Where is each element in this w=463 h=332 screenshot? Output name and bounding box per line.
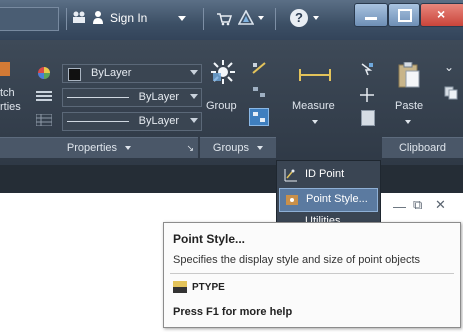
command-tooltip: Point Style... Specifies the display sty…: [163, 222, 461, 328]
people-icon: [72, 10, 86, 27]
paste-label: Paste: [395, 100, 424, 112]
copy-icon[interactable]: [444, 86, 458, 100]
clipboard-icon: [398, 61, 420, 91]
application-title-bar: Sign In ? ×: [0, 0, 463, 40]
minimize-button[interactable]: [354, 3, 388, 27]
titlebar-divider: [66, 8, 67, 30]
menu-item-label: Point Style...: [306, 193, 368, 205]
chevron-down-icon: [257, 146, 264, 151]
color-swatch: [68, 68, 81, 81]
color-wheel-icon: [37, 66, 51, 83]
chevron-down-icon[interactable]: ⌄: [444, 60, 454, 74]
lineweight-sample: [67, 121, 129, 122]
clipboard-panel-label: Clipboard: [398, 142, 447, 154]
close-icon[interactable]: ✕: [435, 197, 446, 213]
group-label: Group: [206, 100, 237, 112]
autodesk-icon[interactable]: [237, 9, 255, 29]
titlebar-divider: [203, 8, 204, 30]
crosshair-icon[interactable]: [360, 88, 374, 102]
calculator-icon[interactable]: [361, 110, 375, 126]
tooltip-divider: [170, 273, 454, 274]
ungroup-icon[interactable]: [252, 62, 266, 74]
point-style-icon: [285, 193, 299, 207]
chevron-down-icon: [190, 70, 198, 75]
close-button[interactable]: ×: [420, 3, 463, 27]
brush-icon: [0, 62, 10, 76]
groups-panel-label: Groups: [212, 142, 249, 154]
help-icon[interactable]: ?: [290, 9, 308, 27]
match-properties-button[interactable]: tch rties: [0, 62, 26, 122]
measure-button[interactable]: Measure: [286, 58, 346, 130]
tooltip-help-text: Press F1 for more help: [173, 306, 293, 318]
file-tabs-bar: [0, 165, 463, 193]
tooltip-title: Point Style...: [173, 232, 246, 246]
color-value: ByLayer: [91, 67, 132, 79]
clipboard-panel-title[interactable]: Clipboard: [382, 137, 463, 158]
quick-select-icon[interactable]: [360, 62, 374, 76]
titlebar-divider: [275, 8, 276, 30]
drawing-window-controls: — ⧉ ✕: [393, 197, 453, 217]
tooltip-command-name: PTYPE: [192, 282, 225, 293]
menu-item-point-style[interactable]: Point Style...: [279, 188, 378, 212]
menu-item-label: ID Point: [305, 168, 345, 180]
chevron-down-icon: [190, 118, 198, 123]
chevron-down-icon: [178, 16, 186, 21]
minimize-icon[interactable]: —: [393, 199, 406, 214]
list-icon: [35, 113, 53, 129]
chevron-down-icon: [190, 94, 198, 99]
maximize-button[interactable]: [388, 3, 420, 27]
linetype-icon: [36, 90, 52, 105]
chevron-down-icon: [125, 146, 132, 151]
group-selection-icon[interactable]: [249, 108, 269, 126]
tooltip-description: Specifies the display style and size of …: [173, 254, 421, 266]
dialog-launcher-icon[interactable]: ↘: [186, 138, 194, 158]
chevron-down-icon[interactable]: [313, 16, 319, 20]
group-edit-icon[interactable]: [252, 86, 266, 98]
cart-icon[interactable]: [216, 12, 233, 29]
chevron-down-icon[interactable]: [258, 16, 264, 20]
measure-label: Measure: [292, 100, 335, 112]
sign-in-button[interactable]: Sign In: [72, 6, 190, 30]
paste-button[interactable]: Paste: [386, 58, 432, 130]
id-point-icon: [284, 168, 298, 182]
group-button[interactable]: Group: [204, 58, 242, 128]
properties-panel-label: Properties: [66, 142, 118, 154]
groups-panel-title[interactable]: Groups: [200, 137, 276, 158]
chevron-down-icon: [405, 120, 411, 124]
linetype-dropdown[interactable]: ByLayer: [62, 88, 202, 107]
linetype-sample: [67, 97, 129, 98]
linetype-value: ByLayer: [138, 91, 179, 103]
measure-icon: [298, 68, 332, 85]
chevron-down-icon: [312, 120, 318, 124]
color-dropdown[interactable]: ByLayer: [62, 64, 202, 83]
restore-icon[interactable]: ⧉: [413, 197, 422, 213]
match-properties-label: tch rties: [0, 87, 21, 113]
ribbon: tch rties ByLayer ByLayer ByLayer Proper…: [0, 40, 463, 165]
lineweight-dropdown[interactable]: ByLayer: [62, 112, 202, 131]
menu-item-id-point[interactable]: ID Point: [279, 164, 376, 186]
group-icon: [211, 60, 235, 87]
lineweight-value: ByLayer: [138, 115, 179, 127]
sign-in-label: Sign In: [110, 11, 148, 25]
properties-panel-title[interactable]: Properties ↘: [0, 137, 198, 158]
search-field[interactable]: [0, 7, 59, 31]
user-icon: [92, 10, 104, 27]
command-icon: [173, 281, 187, 296]
